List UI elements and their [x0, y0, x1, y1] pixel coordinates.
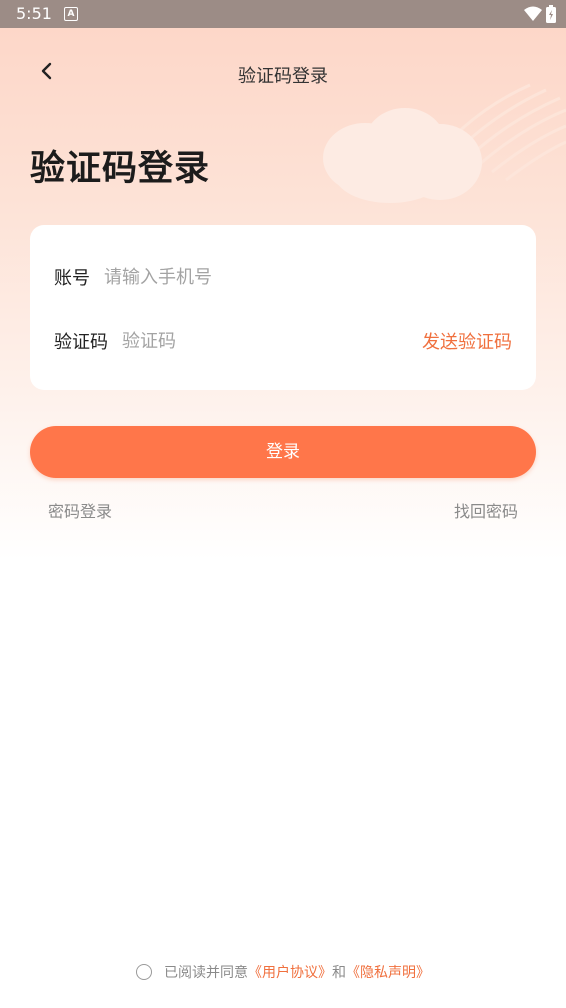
code-input[interactable] — [122, 330, 422, 352]
phone-input[interactable] — [104, 266, 512, 288]
wifi-icon — [524, 6, 542, 21]
privacy-policy-link[interactable]: 《隐私声明》 — [346, 962, 430, 982]
battery-icon — [546, 5, 556, 23]
agreement-radio-icon[interactable] — [136, 964, 152, 980]
account-label: 账号 — [54, 268, 90, 289]
user-agreement-link[interactable]: 《用户协议》 — [248, 962, 332, 982]
agreement-prefix: 已阅读并同意 — [164, 965, 248, 981]
recover-password-link[interactable]: 找回密码 — [454, 498, 518, 522]
cloud-decoration-icon — [323, 83, 566, 203]
account-row: 账号 — [54, 257, 512, 297]
status-time: 5:51 — [16, 4, 52, 23]
notification-a-icon: A — [64, 7, 78, 21]
code-label: 验证码 — [54, 332, 108, 353]
status-bar: 5:51 A — [0, 0, 566, 28]
send-code-button[interactable]: 发送验证码 — [422, 328, 512, 354]
password-login-link[interactable]: 密码登录 — [48, 498, 112, 522]
login-button[interactable]: 登录 — [30, 426, 536, 478]
agreement-row: 已阅读并同意 《用户协议》 和 《隐私声明》 — [0, 962, 566, 982]
agreement-conjunction: 和 — [332, 965, 346, 981]
page-heading: 验证码登录 — [30, 149, 211, 189]
login-form-card: 账号 验证码 发送验证码 — [30, 225, 536, 390]
code-row: 验证码 发送验证码 — [54, 321, 512, 361]
